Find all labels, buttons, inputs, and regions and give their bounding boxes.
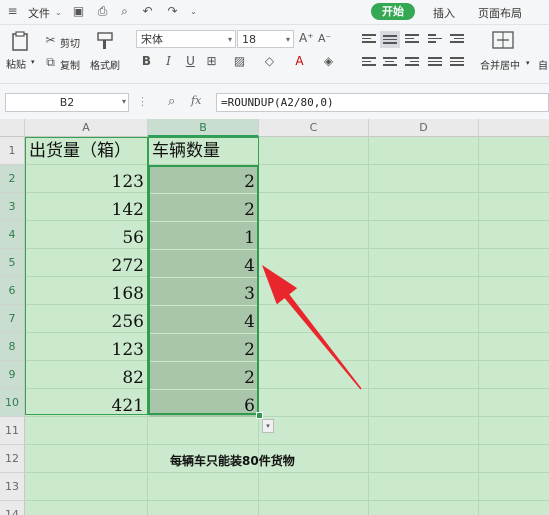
merge-center-label[interactable]: 合并居中	[480, 57, 520, 72]
align-middle-lines-icon	[383, 35, 397, 47]
align-right-icon[interactable]	[405, 57, 419, 69]
undo-icon[interactable]: ↶	[141, 5, 154, 18]
tab-home[interactable]: 开始	[371, 3, 415, 20]
formula-input[interactable]: =ROUNDUP(A2/80,0)	[216, 93, 549, 112]
distributed-icon[interactable]	[450, 57, 464, 69]
font-size-chevron-icon: ▾	[285, 35, 290, 44]
indent-icon[interactable]	[450, 34, 464, 46]
paste-chevron-icon[interactable]: ▾	[31, 58, 35, 66]
merge-chevron-icon[interactable]: ▾	[526, 59, 530, 67]
merge-center-icon[interactable]	[492, 31, 514, 49]
increase-font-icon[interactable]: A⁺	[299, 32, 314, 45]
underline-icon[interactable]: U	[184, 55, 197, 68]
format-painter-icon[interactable]	[95, 31, 115, 51]
spreadsheet-grid[interactable]: A B C D 1 2 3 4 5 6 7 8 9 10 11 12 13 14 出货量（箱） 车辆数量 …	[0, 119, 549, 515]
export-pdf-icon[interactable]: ⎙	[96, 5, 109, 18]
font-size-select[interactable]: 18 ▾	[237, 30, 294, 48]
zoom-icon[interactable]: ⌕	[168, 94, 175, 109]
redo-icon[interactable]: ↷	[166, 5, 179, 18]
font-name-value: 宋体	[141, 33, 163, 46]
quick-access-chevron-icon[interactable]: ⌄	[187, 5, 200, 18]
fill-color-icon[interactable]: ◇	[263, 55, 276, 68]
hamburger-menu-icon[interactable]: ≡	[6, 5, 19, 18]
orientation-icon[interactable]	[428, 34, 442, 46]
file-menu-chevron-icon[interactable]: ⌄	[55, 8, 62, 17]
formula-bar: B2 ▾ ⋮ ⌕ fx =ROUNDUP(A2/80,0)	[0, 84, 549, 120]
clear-format-icon[interactable]: ◈	[322, 55, 335, 68]
decrease-font-icon[interactable]: A⁻	[318, 32, 331, 45]
cell-style-icon[interactable]: ▨	[233, 55, 246, 68]
borders-icon[interactable]: ⊞	[205, 55, 218, 68]
paste-label[interactable]: 粘贴	[6, 56, 26, 71]
paste-icon[interactable]	[10, 31, 30, 51]
save-icon[interactable]: ▣	[72, 5, 85, 18]
ribbon: 粘贴 ▾ ✂ 剪切 ⧉ 复制 格式刷 宋体 ▾ 18 ▾ A⁺ A⁻ B I U…	[0, 25, 549, 84]
font-color-icon[interactable]: A	[293, 55, 306, 68]
fx-icon[interactable]: fx	[191, 94, 201, 107]
font-name-select[interactable]: 宋体 ▾	[136, 30, 236, 48]
file-menu[interactable]: 文件	[28, 5, 50, 21]
font-size-value: 18	[242, 33, 256, 46]
align-center-icon[interactable]	[383, 57, 397, 69]
format-painter-label[interactable]: 格式刷	[90, 57, 120, 72]
print-preview-icon[interactable]: ⌕	[118, 5, 131, 18]
align-top-icon[interactable]	[362, 34, 376, 46]
font-name-chevron-icon: ▾	[227, 35, 232, 44]
bold-icon[interactable]: B	[140, 55, 153, 68]
justify-icon[interactable]	[428, 57, 442, 69]
auto-wrap-label[interactable]: 自	[538, 57, 548, 72]
vertical-dots-icon: ⋮	[137, 95, 148, 108]
align-bottom-icon[interactable]	[405, 34, 419, 46]
menu-bar: ≡ 文件 ⌄ ▣ ⎙ ⌕ ↶ ↷ ⌄ 开始 插入 页面布局	[0, 0, 549, 25]
tab-insert[interactable]: 插入	[433, 5, 455, 21]
cell-reference: B2	[59, 96, 75, 109]
name-box[interactable]: B2	[5, 93, 129, 112]
name-box-chevron-icon[interactable]: ▾	[122, 97, 126, 106]
scissors-icon[interactable]: ✂	[44, 34, 57, 47]
annotation-arrow-icon	[262, 265, 362, 390]
align-left-icon[interactable]	[362, 57, 376, 69]
cut-label[interactable]: 剪切	[60, 35, 80, 50]
copy-icon[interactable]: ⧉	[44, 56, 57, 69]
copy-label[interactable]: 复制	[60, 57, 80, 72]
tab-page-layout[interactable]: 页面布局	[478, 5, 522, 21]
italic-icon[interactable]: I	[162, 55, 175, 68]
